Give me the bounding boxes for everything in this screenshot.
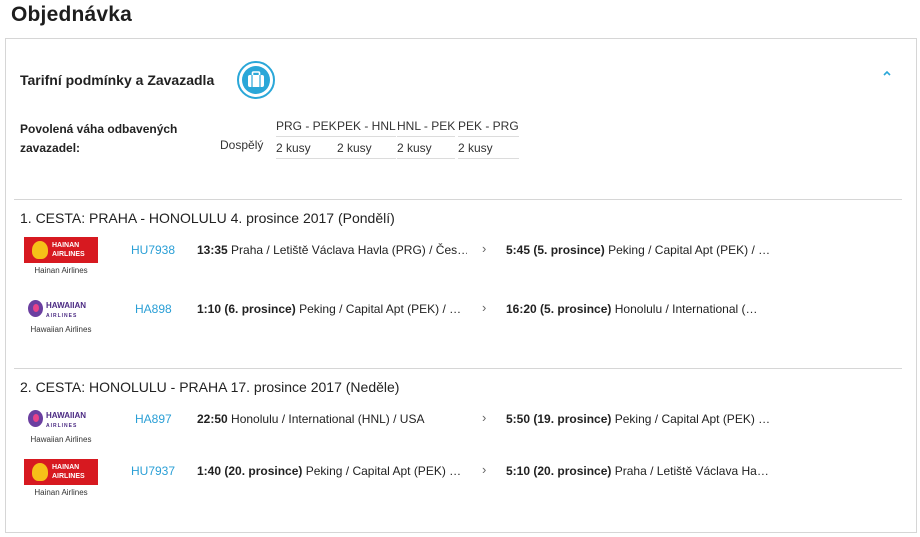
airline-name: Hainan Airlines: [34, 266, 88, 275]
passenger-type: Dospělý: [220, 138, 264, 152]
departure-date: (20. prosince): [224, 464, 303, 478]
arrow-right-icon: ›: [482, 410, 487, 425]
fare-conditions-panel: Tarifní podmínky a Zavazadla Povolená vá…: [5, 38, 917, 533]
baggage-segment: PRG - PEK 2 kusy: [276, 119, 337, 159]
logo-text: HAINAN AIRLINES: [52, 242, 85, 258]
departure-time: 1:10: [197, 302, 222, 316]
airline-logo-hainan: HAINAN AIRLINES Hainan Airlines: [20, 459, 102, 497]
segment-allowance: 2 kusy: [458, 140, 519, 159]
arrival-date: (20. prosince): [533, 464, 612, 478]
arrival-date: (5. prosince): [533, 243, 605, 257]
flight-number-link[interactable]: HU7937: [131, 464, 175, 478]
arrival-date: (5. prosince): [540, 302, 612, 316]
page-title: Objednávka: [11, 3, 133, 26]
arrival-info: 5:10 (20. prosince) Praha / Letiště Václ…: [506, 464, 776, 478]
segment-route: PRG - PEK: [276, 119, 337, 137]
flight-number-link[interactable]: HA897: [135, 412, 172, 426]
departure-place: Honolulu / International (HNL) / USA: [231, 412, 425, 426]
departure-time: 22:50: [197, 412, 228, 426]
arrival-place: Peking / Capital Apt (PEK) / …: [608, 243, 771, 257]
segment-route: PEK - PRG: [458, 119, 519, 137]
hawaiian-logo-mark: HAWAIIAN AIRLINES: [24, 408, 98, 432]
segment-route: PEK - HNL: [337, 119, 396, 137]
arrival-info: 16:20 (5. prosince) Honolulu / Internati…: [506, 302, 776, 316]
segment-allowance: 2 kusy: [397, 140, 456, 159]
segment-allowance: 2 kusy: [337, 140, 396, 159]
departure-info: 22:50 Honolulu / International (HNL) / U…: [197, 412, 467, 426]
chevron-up-icon[interactable]: [880, 66, 894, 80]
airline-name: Hawaiian Airlines: [30, 435, 92, 444]
departure-place: Peking / Capital Apt (PEK) / …: [299, 302, 462, 316]
departure-time: 13:35: [197, 243, 228, 257]
hainan-logo-mark: HAINAN AIRLINES: [24, 459, 98, 485]
arrival-time: 5:50: [506, 412, 531, 426]
arrival-place: Peking / Capital Apt (PEK) …: [614, 412, 771, 426]
airline-logo-hainan: HAINAN AIRLINES Hainan Airlines: [20, 237, 102, 275]
baggage-segment: HNL - PEK 2 kusy: [397, 119, 456, 159]
baggage-segment: PEK - HNL 2 kusy: [337, 119, 396, 159]
arrow-right-icon: ›: [482, 300, 487, 315]
arrival-time: 5:45: [506, 243, 531, 257]
arrival-time: 5:10: [506, 464, 531, 478]
trip-title: 2. CESTA: HONOLULU - PRAHA 17. prosince …: [20, 379, 400, 395]
segment-route: HNL - PEK: [397, 119, 456, 137]
logo-text: HAWAIIAN: [46, 301, 86, 310]
airline-logo-hawaiian: HAWAIIAN AIRLINES Hawaiian Airlines: [20, 298, 102, 334]
arrival-info: 5:45 (5. prosince) Peking / Capital Apt …: [506, 243, 776, 257]
hainan-logo-mark: HAINAN AIRLINES: [24, 237, 98, 263]
suitcase-icon: [237, 61, 275, 99]
logo-sub: AIRLINES: [46, 423, 78, 429]
logo-text: HAWAIIAN: [46, 411, 86, 420]
baggage-allowance-label: Povolená váha odbavených zavazadel:: [20, 122, 178, 155]
departure-info: 13:35 Praha / Letiště Václava Havla (PRG…: [197, 243, 467, 257]
section-title: Tarifní podmínky a Zavazadla: [20, 72, 215, 88]
flight-number-link[interactable]: HU7938: [131, 243, 175, 257]
logo-text: HAINAN AIRLINES: [52, 464, 85, 480]
arrival-time: 16:20: [506, 302, 537, 316]
airline-logo-hawaiian: HAWAIIAN AIRLINES Hawaiian Airlines: [20, 408, 102, 444]
departure-info: 1:40 (20. prosince) Peking / Capital Apt…: [197, 464, 467, 478]
divider: [14, 368, 902, 369]
segment-allowance: 2 kusy: [276, 140, 337, 159]
departure-place: Peking / Capital Apt (PEK) …: [305, 464, 462, 478]
hawaiian-logo-mark: HAWAIIAN AIRLINES: [24, 298, 98, 322]
flight-number-link[interactable]: HA898: [135, 302, 172, 316]
departure-date: (6. prosince): [224, 302, 296, 316]
airline-name: Hawaiian Airlines: [30, 325, 92, 334]
departure-time: 1:40: [197, 464, 222, 478]
divider: [14, 199, 902, 200]
arrival-place: Honolulu / International (…: [614, 302, 758, 316]
arrival-date: (19. prosince): [533, 412, 612, 426]
airline-name: Hainan Airlines: [34, 488, 88, 497]
departure-info: 1:10 (6. prosince) Peking / Capital Apt …: [197, 302, 467, 316]
arrival-info: 5:50 (19. prosince) Peking / Capital Apt…: [506, 412, 776, 426]
logo-sub: AIRLINES: [46, 313, 78, 319]
arrival-place: Praha / Letiště Václava Ha…: [614, 464, 769, 478]
trip-title: 1. CESTA: PRAHA - HONOLULU 4. prosince 2…: [20, 210, 395, 226]
departure-place: Praha / Letiště Václava Havla (PRG) / Če…: [231, 243, 467, 257]
baggage-segment: PEK - PRG 2 kusy: [458, 119, 519, 159]
arrow-right-icon: ›: [482, 241, 487, 256]
arrow-right-icon: ›: [482, 462, 487, 477]
